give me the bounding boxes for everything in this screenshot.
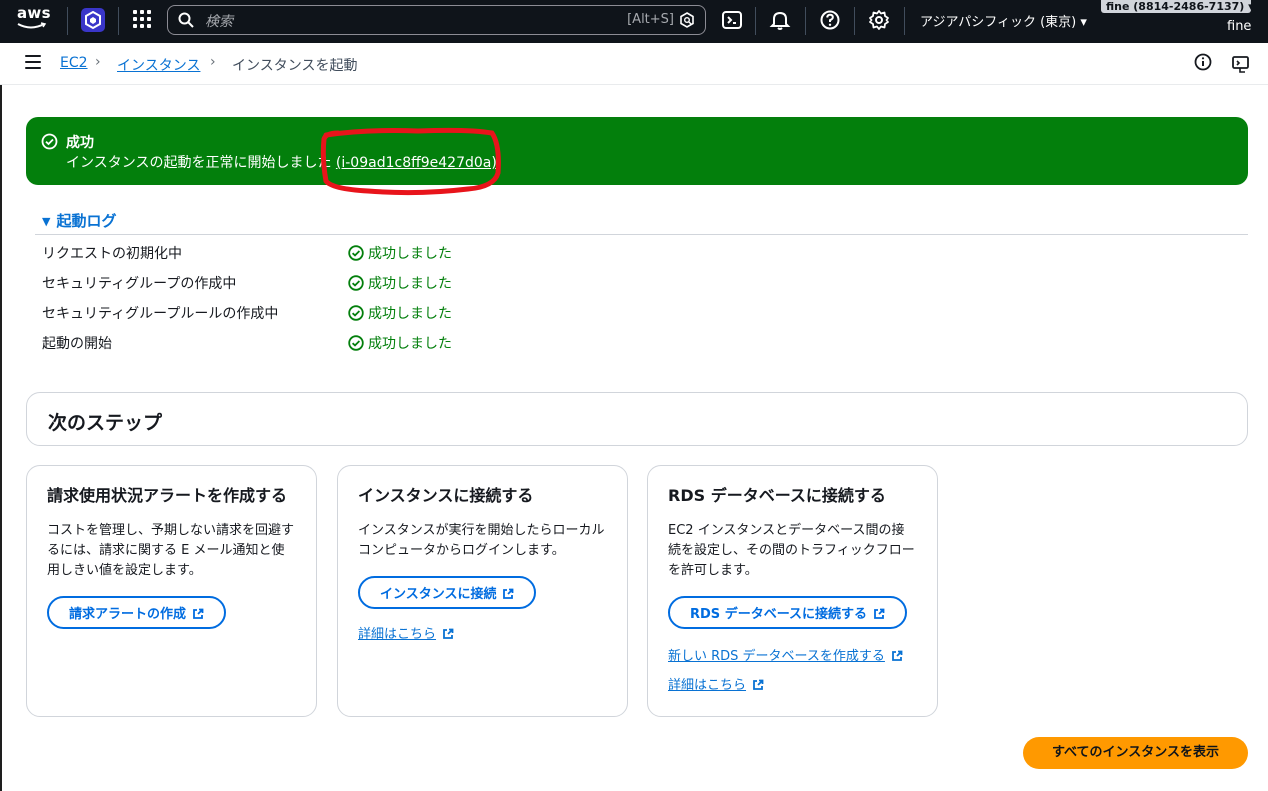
log-status: 成功しました — [348, 333, 452, 353]
info-icon[interactable] — [1194, 53, 1212, 71]
nav-divider — [755, 7, 756, 35]
create-rds-database-link[interactable]: 新しい RDS データベースを作成する — [668, 645, 903, 664]
card-title: 請求使用状況アラートを作成する — [47, 486, 288, 505]
external-link-icon — [193, 608, 204, 619]
card-connect-rds: RDS データベースに接続する EC2 インスタンスとデータベース間の接続を設定… — [647, 465, 938, 717]
search-shortcut: [Alt+S] — [627, 12, 674, 27]
log-status-text: 成功しました — [368, 276, 452, 292]
log-status-text: 成功しました — [368, 336, 452, 352]
external-link-icon — [892, 650, 903, 661]
nav-divider — [67, 7, 68, 35]
view-all-instances-button[interactable]: すべてのインスタンスを表示 — [1023, 737, 1248, 769]
breadcrumb-bar: EC2 › インスタンス › インスタンスを起動 — [0, 43, 1268, 85]
nav-divider — [904, 7, 905, 35]
card-billing-alert: 請求使用状況アラートを作成する コストを管理し、予期しない請求を回避するには、請… — [26, 465, 317, 717]
success-flashbar: 成功 インスタンスの起動を正常に開始しました (i-09ad1c8ff9e427… — [26, 117, 1248, 185]
next-steps-header: 次のステップ — [26, 392, 1248, 446]
button-label: 請求アラートの作成 — [69, 607, 187, 622]
tools-panel-icon[interactable] — [1231, 54, 1251, 74]
flash-title: 成功 — [66, 135, 94, 151]
external-link-icon — [874, 608, 885, 619]
log-step: セキュリティグループの作成中 — [42, 276, 237, 292]
log-row: セキュリティグループルールの作成中 成功しました — [42, 303, 642, 323]
launch-log-divider — [35, 234, 1248, 235]
left-edge-divider — [0, 43, 2, 791]
external-link-icon — [503, 588, 514, 599]
help-icon[interactable] — [819, 9, 841, 31]
search-icon — [178, 12, 194, 28]
success-check-icon — [348, 335, 364, 351]
connect-rds-button[interactable]: RDS データベースに接続する — [668, 596, 908, 629]
log-status: 成功しました — [348, 243, 452, 263]
create-billing-alert-button[interactable]: 請求アラートの作成 — [47, 596, 227, 629]
log-step: 起動の開始 — [42, 336, 112, 352]
top-navigation: aws 検索 [Alt+S] アジアパシフィック (東京) ▾ fine (88… — [0, 0, 1268, 43]
button-label: インスタンスに接続 — [380, 587, 497, 602]
log-row: リクエストの初期化中 成功しました — [42, 243, 642, 263]
success-check-icon — [41, 133, 58, 150]
card-title: RDS データベースに接続する — [668, 486, 886, 505]
link-label: 詳細はこちら — [668, 678, 747, 693]
breadcrumb-ec2[interactable]: EC2 — [60, 55, 88, 71]
card-description: インスタンスが実行を開始したらローカルコンピュータからログインします。 — [358, 523, 605, 558]
card-description: EC2 インスタンスとデータベース間の接続を設定し、その間のトラフィックフローを… — [668, 523, 915, 578]
nav-divider — [854, 7, 855, 35]
search-placeholder: 検索 — [205, 14, 233, 30]
nav-divider — [118, 7, 119, 35]
button-label: RDS データベースに接続する — [690, 607, 868, 622]
learn-more-link[interactable]: 詳細はこちら — [358, 623, 454, 642]
menu-icon[interactable] — [25, 55, 41, 69]
amazon-q-icon[interactable] — [679, 12, 695, 28]
grid-icon[interactable] — [132, 9, 152, 29]
search-input[interactable]: 検索 [Alt+S] — [167, 5, 706, 35]
external-link-icon — [443, 628, 454, 639]
log-status-text: 成功しました — [368, 246, 452, 262]
region-selector[interactable]: アジアパシフィック (東京) ▾ — [920, 11, 1087, 30]
breadcrumb-separator: › — [95, 54, 101, 70]
connect-instance-button[interactable]: インスタンスに接続 — [358, 576, 537, 609]
log-step: セキュリティグループルールの作成中 — [42, 306, 279, 322]
account-id-badge[interactable]: fine (8814-2486-7137) ▾ — [1101, 0, 1251, 13]
settings-icon[interactable] — [868, 9, 890, 31]
flash-message: インスタンスの起動を正常に開始しました (i-09ad1c8ff9e427d0a… — [66, 152, 497, 172]
success-check-icon — [348, 275, 364, 291]
nav-divider — [805, 7, 806, 35]
breadcrumb-current: インスタンスを起動 — [232, 58, 358, 74]
user-menu[interactable]: fine — [1227, 19, 1251, 34]
log-status-text: 成功しました — [368, 306, 452, 322]
log-row: 起動の開始 成功しました — [42, 333, 642, 353]
log-row: セキュリティグループの作成中 成功しました — [42, 273, 642, 293]
log-status: 成功しました — [348, 303, 452, 323]
cloudshell-icon[interactable] — [721, 9, 743, 31]
aws-logo[interactable]: aws — [17, 6, 55, 36]
learn-more-link[interactable]: 詳細はこちら — [668, 674, 764, 693]
card-description: コストを管理し、予期しない請求を回避するには、請求に関する E メール通知と使用… — [47, 523, 295, 578]
aws-logo-text: aws — [17, 4, 51, 22]
breadcrumb-instances[interactable]: インスタンス — [117, 55, 200, 75]
card-connect-instance: インスタンスに接続する インスタンスが実行を開始したらローカルコンピュータからロ… — [337, 465, 628, 717]
breadcrumb-separator: › — [210, 54, 216, 70]
card-title: インスタンスに接続する — [358, 486, 534, 505]
log-status: 成功しました — [348, 273, 452, 293]
external-link-icon — [753, 679, 764, 690]
log-step: リクエストの初期化中 — [42, 246, 182, 262]
launch-log-title: 起動ログ — [56, 212, 117, 230]
bell-icon[interactable] — [769, 9, 791, 31]
instance-id-link[interactable]: (i-09ad1c8ff9e427d0a) — [336, 155, 497, 171]
services-icon[interactable] — [81, 8, 105, 32]
link-label: 新しい RDS データベースを作成する — [668, 649, 885, 664]
next-steps-title: 次のステップ — [48, 412, 163, 434]
link-label: 詳細はこちら — [358, 627, 437, 642]
flash-message-text: インスタンスの起動を正常に開始しました — [66, 155, 332, 171]
caret-down-icon: ▼ — [42, 215, 51, 228]
aws-smile-icon — [17, 22, 47, 29]
success-check-icon — [348, 305, 364, 321]
success-check-icon — [348, 245, 364, 261]
launch-log-toggle[interactable]: ▼ 起動ログ — [42, 210, 116, 231]
